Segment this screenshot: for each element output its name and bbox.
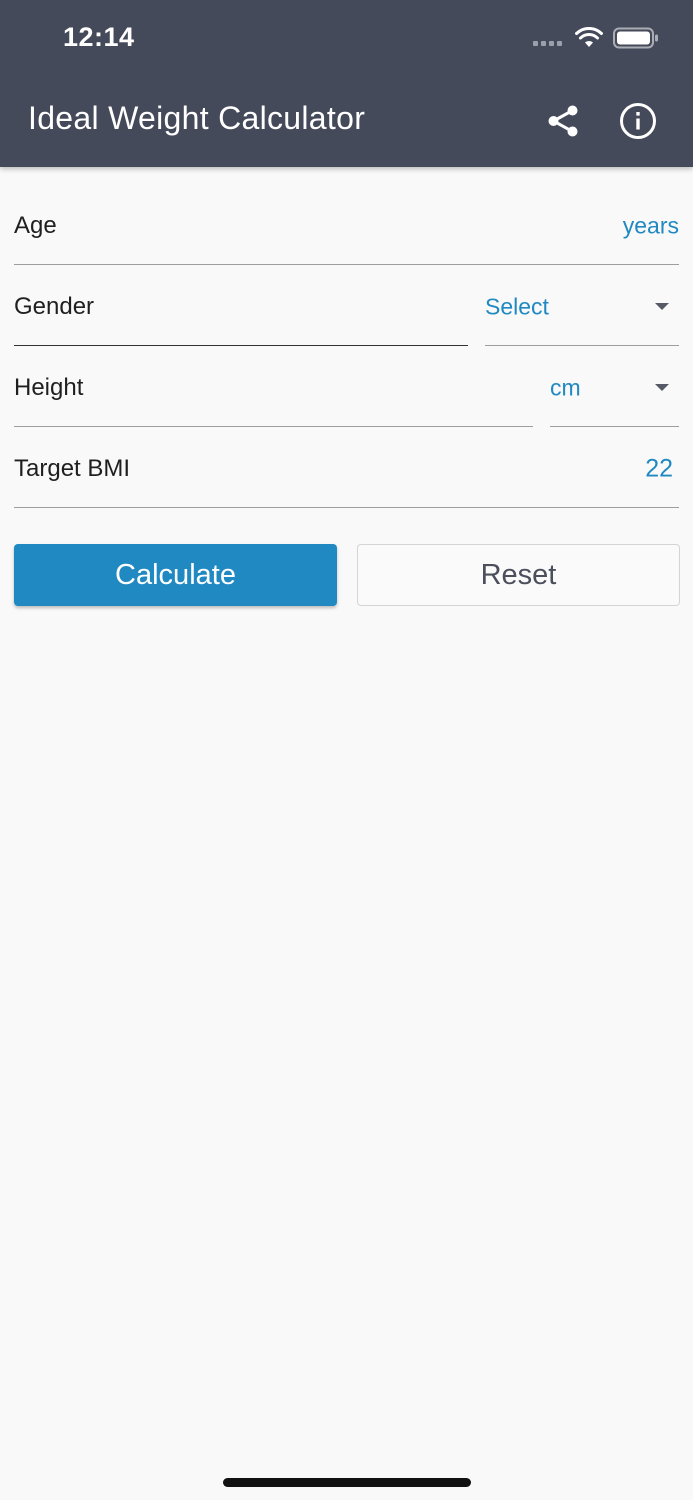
gender-field[interactable]: Gender <box>14 265 468 346</box>
age-label: Age <box>14 212 57 239</box>
height-unit-select[interactable]: cm <box>550 346 679 427</box>
height-unit-value: cm <box>550 374 581 401</box>
age-field[interactable]: Age years <box>14 184 679 265</box>
gender-label: Gender <box>14 293 95 320</box>
page-title: Ideal Weight Calculator <box>28 100 366 136</box>
reset-button[interactable]: Reset <box>357 544 680 606</box>
target-bmi-label: Target BMI <box>14 455 131 482</box>
chevron-down-icon <box>655 384 669 391</box>
share-icon[interactable] <box>544 102 582 140</box>
cellular-signal-icon <box>533 41 562 46</box>
home-indicator[interactable] <box>223 1478 471 1487</box>
target-bmi-underline <box>14 506 679 508</box>
app-bar: 12:14 Ideal Weight Calculator <box>0 0 693 167</box>
calculate-button[interactable]: Calculate <box>14 544 337 606</box>
battery-icon <box>613 27 658 49</box>
chevron-down-icon <box>655 303 669 310</box>
status-time: 12:14 <box>63 22 135 52</box>
target-bmi-value: 22 <box>645 454 673 483</box>
wifi-icon <box>575 27 603 47</box>
age-unit-suffix: years <box>622 212 679 239</box>
info-icon[interactable] <box>618 101 658 141</box>
gender-select[interactable]: Select <box>485 265 679 346</box>
height-field[interactable]: Height <box>14 346 533 427</box>
target-bmi-field[interactable]: Target BMI 22 <box>14 427 679 508</box>
gender-select-value: Select <box>485 293 549 320</box>
height-label: Height <box>14 374 84 401</box>
